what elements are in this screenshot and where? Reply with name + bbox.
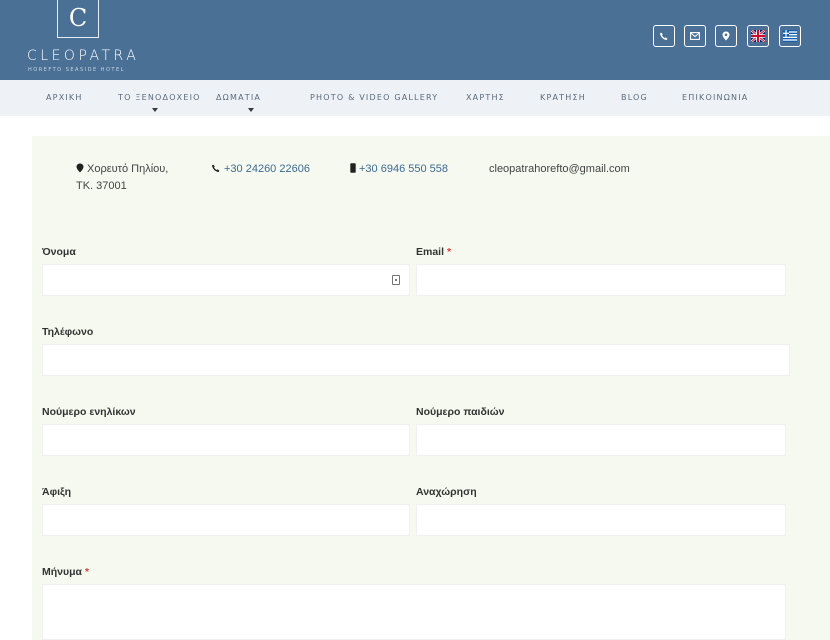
arrival-label: Άφιξη bbox=[42, 486, 72, 498]
phone-icon bbox=[212, 164, 220, 172]
greek-flag-icon bbox=[783, 30, 797, 42]
nav-item-gallery[interactable]: PHOTO & VIDEO GALLERY bbox=[310, 93, 438, 102]
arrival-date-input[interactable] bbox=[42, 504, 410, 536]
autofill-contact-icon[interactable] bbox=[392, 275, 400, 285]
nav-item-booking[interactable]: ΚΡΑΤΗΣΗ bbox=[540, 93, 586, 102]
email-label: Email * bbox=[416, 246, 452, 258]
phone-label: Τηλέφωνο bbox=[42, 326, 94, 338]
departure-label: Αναχώρηση bbox=[416, 486, 477, 498]
phone-icon bbox=[660, 32, 668, 40]
active-nav-indicator bbox=[676, 114, 752, 116]
email-button[interactable] bbox=[684, 25, 706, 47]
nav-item-rooms[interactable]: ΔΩΜΑΤΙΑ bbox=[216, 93, 261, 102]
name-label: Όνομα bbox=[42, 246, 76, 258]
required-mark: * bbox=[84, 566, 90, 578]
site-header: C CLEOPATRA HOREFTO SEASIDE HOTEL bbox=[0, 0, 830, 80]
chevron-down-icon bbox=[152, 108, 158, 112]
message-label: Μήνυμα * bbox=[42, 566, 90, 578]
adults-label: Νούμερο ενηλίκων bbox=[42, 406, 136, 418]
departure-date-input[interactable] bbox=[416, 504, 786, 536]
children-label: Νούμερο παιδιών bbox=[416, 406, 505, 418]
nav-item-map[interactable]: ΧΑΡΤΗΣ bbox=[466, 93, 505, 102]
contact-panel bbox=[32, 136, 830, 640]
uk-flag-icon bbox=[751, 30, 765, 42]
nav-item-contact[interactable]: ΕΠΙΚΟΙΝΩΝΙΑ bbox=[682, 93, 748, 102]
logo-tagline: HOREFTO SEASIDE HOTEL bbox=[28, 67, 125, 73]
contact-address: Χορευτό Πηλίου, bbox=[76, 163, 168, 175]
map-marker-icon bbox=[76, 163, 84, 173]
message-textarea[interactable] bbox=[42, 584, 786, 640]
contact-mobile[interactable]: +30 6946 550 558 bbox=[350, 163, 448, 175]
mobile-phone-icon bbox=[350, 163, 356, 173]
children-input[interactable] bbox=[416, 424, 786, 456]
name-input[interactable] bbox=[42, 264, 410, 296]
nav-item-home[interactable]: ΑΡΧΙΚΗ bbox=[46, 93, 83, 102]
phone-number[interactable]: +30 24260 22606 bbox=[224, 163, 310, 175]
phone-input[interactable] bbox=[42, 344, 790, 376]
mail-icon bbox=[690, 32, 700, 40]
logo-mark[interactable]: C bbox=[57, 0, 99, 38]
required-mark: * bbox=[446, 246, 452, 258]
chevron-down-icon bbox=[248, 108, 254, 112]
english-language-button[interactable] bbox=[747, 25, 769, 47]
email-input[interactable] bbox=[416, 264, 786, 296]
logo-name[interactable]: CLEOPATRA bbox=[27, 48, 139, 64]
address-line-2: ΤΚ. 37001 bbox=[76, 180, 127, 192]
main-navigation: ΑΡΧΙΚΗ ΤΟ ΞΕΝΟΔΟΧΕΙΟ ΔΩΜΑΤΙΑ PHOTO & VID… bbox=[0, 80, 830, 116]
greek-language-button[interactable] bbox=[779, 25, 801, 47]
mobile-number[interactable]: +30 6946 550 558 bbox=[359, 163, 448, 175]
contact-phone[interactable]: +30 24260 22606 bbox=[211, 163, 310, 175]
adults-input[interactable] bbox=[42, 424, 410, 456]
phone-button[interactable] bbox=[653, 25, 675, 47]
location-button[interactable] bbox=[715, 25, 737, 47]
contact-email[interactable]: cleopatrahorefto@gmail.com bbox=[489, 163, 630, 175]
location-icon bbox=[722, 31, 730, 41]
nav-item-blog[interactable]: BLOG bbox=[621, 93, 648, 102]
nav-item-hotel[interactable]: ΤΟ ΞΕΝΟΔΟΧΕΙΟ bbox=[118, 93, 201, 102]
address-line-1: Χορευτό Πηλίου, bbox=[87, 163, 169, 175]
